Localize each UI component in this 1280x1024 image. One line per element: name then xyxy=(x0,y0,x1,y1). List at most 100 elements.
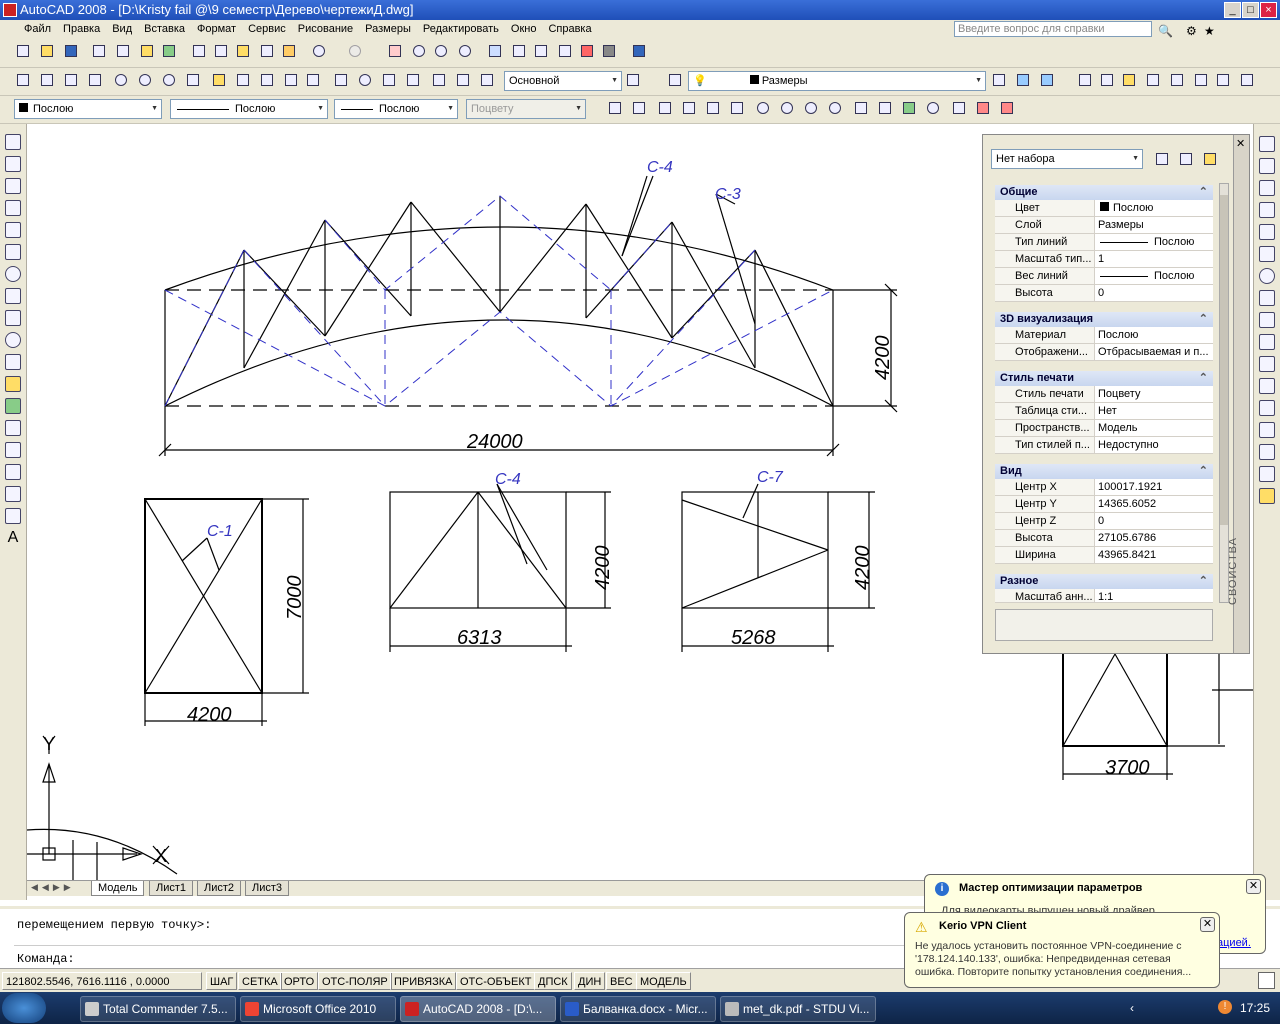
snap-extension-icon[interactable] xyxy=(728,99,746,117)
ordinate-dim-icon[interactable] xyxy=(86,71,104,89)
clean-screen-icon[interactable] xyxy=(1258,972,1275,989)
palette-close-icon[interactable]: ✕ xyxy=(1236,137,1245,150)
match-properties-icon[interactable] xyxy=(258,42,276,60)
vpn-notification[interactable]: ⚠ Kerio VPN Client Не удалось установить… xyxy=(904,912,1220,988)
properties-icon[interactable] xyxy=(486,42,504,60)
prop-row[interactable]: Высота 27105.6786 xyxy=(995,530,1213,547)
menu-dimension[interactable]: Размеры xyxy=(359,20,417,38)
dim-text-edit-icon[interactable] xyxy=(454,71,472,89)
rotate-icon[interactable] xyxy=(1259,268,1275,284)
block-editor-icon[interactable] xyxy=(280,42,298,60)
lwt-toggle[interactable]: ВЕС xyxy=(606,972,637,990)
rectangle-icon[interactable] xyxy=(5,222,21,238)
task-stdu[interactable]: met_dk.pdf - STDU Vi... xyxy=(720,996,876,1022)
group-3d-visualization[interactable]: 3D визуализация xyxy=(995,312,1213,327)
save-icon[interactable] xyxy=(62,42,80,60)
aligned-dim-icon[interactable] xyxy=(38,71,56,89)
polar-toggle[interactable]: ОТС-ПОЛЯР xyxy=(318,972,392,990)
tab-layout1[interactable]: Лист1 xyxy=(149,881,194,896)
start-button[interactable] xyxy=(2,993,46,1023)
make-block-icon[interactable] xyxy=(5,398,21,414)
arc-length-icon[interactable] xyxy=(62,71,80,89)
snap-tangent-icon[interactable] xyxy=(826,99,844,117)
osnap-toggle[interactable]: ПРИВЯЗКА xyxy=(390,972,457,990)
prop-row[interactable]: Цвет Послою xyxy=(995,200,1213,217)
linear-dim-icon[interactable] xyxy=(14,71,32,89)
join-icon[interactable] xyxy=(1259,422,1275,438)
snap-node-icon[interactable] xyxy=(924,99,942,117)
diameter-dim-icon[interactable] xyxy=(160,71,178,89)
palette-scroll-thumb[interactable] xyxy=(1220,195,1228,525)
gradient-icon[interactable] xyxy=(5,464,21,480)
help-search-input[interactable]: Введите вопрос для справки xyxy=(954,21,1152,37)
selection-select[interactable]: Нет набора xyxy=(991,149,1143,169)
menu-edit[interactable]: Правка xyxy=(57,20,106,38)
redo-icon[interactable] xyxy=(346,42,364,60)
snap-perpendicular-icon[interactable] xyxy=(852,99,870,117)
dim-edit-icon[interactable] xyxy=(430,71,448,89)
menu-draw[interactable]: Рисование xyxy=(292,20,359,38)
erase-icon[interactable] xyxy=(1259,136,1275,152)
jogged-linear-icon[interactable] xyxy=(404,71,422,89)
plot-icon[interactable] xyxy=(90,42,108,60)
group-view[interactable]: Вид xyxy=(995,464,1213,479)
prop-row[interactable]: Пространств... Модель xyxy=(995,420,1213,437)
calculator-icon[interactable] xyxy=(600,42,618,60)
point-icon[interactable] xyxy=(5,420,21,436)
close-button[interactable]: × xyxy=(1260,2,1277,18)
snap-center-icon[interactable] xyxy=(754,99,772,117)
plotstyle-select[interactable]: Поцвету xyxy=(466,99,586,119)
lineweight-select[interactable]: Послою xyxy=(334,99,458,119)
autocad-icon[interactable] xyxy=(3,3,17,17)
design-center-icon[interactable] xyxy=(510,42,528,60)
arc-icon[interactable] xyxy=(5,244,21,260)
paste-icon[interactable] xyxy=(234,42,252,60)
group-plot-style[interactable]: Стиль печати xyxy=(995,371,1213,386)
chamfer-icon[interactable] xyxy=(1259,444,1275,460)
text-style-select[interactable]: Основной xyxy=(504,71,622,91)
sheet-set-icon[interactable] xyxy=(556,42,574,60)
3d-dwf-icon[interactable] xyxy=(160,42,178,60)
copy-object-icon[interactable] xyxy=(1259,158,1275,174)
new-icon[interactable] xyxy=(14,42,32,60)
spell-check-icon[interactable] xyxy=(1168,71,1186,89)
toggle-pickadd-icon[interactable] xyxy=(1153,150,1171,168)
zoom-window-icon[interactable] xyxy=(432,42,450,60)
line-icon[interactable] xyxy=(5,134,21,150)
prop-row[interactable]: Материал Послою xyxy=(995,327,1213,344)
move-icon[interactable] xyxy=(1259,246,1275,262)
grid-toggle[interactable]: СЕТКА xyxy=(238,972,282,990)
prop-row[interactable]: Стиль печати Поцвету xyxy=(995,386,1213,403)
mirror-icon[interactable] xyxy=(1259,180,1275,196)
quick-select-icon[interactable] xyxy=(1201,150,1219,168)
menu-window[interactable]: Окно xyxy=(505,20,543,38)
make-layer-current-icon[interactable] xyxy=(990,71,1008,89)
edit-text-icon[interactable] xyxy=(1120,71,1138,89)
copy-icon[interactable] xyxy=(212,42,230,60)
multiline-text-icon[interactable] xyxy=(1076,71,1094,89)
tab-layout3[interactable]: Лист3 xyxy=(245,881,290,896)
dim-style-icon[interactable] xyxy=(624,71,642,89)
linetype-select[interactable]: Послою xyxy=(170,99,328,119)
coordinates-readout[interactable]: 121802.5546, 7616.1116 , 0.0000 xyxy=(2,972,202,990)
prop-row[interactable]: Ширина 43965.8421 xyxy=(995,547,1213,564)
tab-layout2[interactable]: Лист2 xyxy=(197,881,242,896)
otrack-toggle[interactable]: ОТС-ОБЪЕКТ xyxy=(456,972,536,990)
task-autocad[interactable]: AutoCAD 2008 - [D:\... xyxy=(400,996,556,1022)
layer-previous-icon[interactable] xyxy=(1014,71,1032,89)
vpn-close-button[interactable]: ✕ xyxy=(1200,917,1215,932)
array-icon[interactable] xyxy=(1259,224,1275,240)
explode-icon[interactable] xyxy=(1259,488,1275,504)
menu-insert[interactable]: Вставка xyxy=(138,20,191,38)
prop-row[interactable]: Центр Z0 xyxy=(995,513,1213,530)
prop-row[interactable]: Тип стилей п... Недоступно xyxy=(995,437,1213,454)
space-dim-icon[interactable] xyxy=(282,71,300,89)
polygon-icon[interactable] xyxy=(5,200,21,216)
prop-row[interactable]: Масштаб тип... 1 xyxy=(995,251,1213,268)
snap-midpoint-icon[interactable] xyxy=(656,99,674,117)
task-total-commander[interactable]: Total Commander 7.5... xyxy=(80,996,236,1022)
snap-none-icon[interactable] xyxy=(974,99,992,117)
task-word[interactable]: Балванка.docx - Micr... xyxy=(560,996,716,1022)
prop-row[interactable]: Высота 0 xyxy=(995,285,1213,302)
prop-row[interactable]: Центр X 100017.1921 xyxy=(995,479,1213,496)
